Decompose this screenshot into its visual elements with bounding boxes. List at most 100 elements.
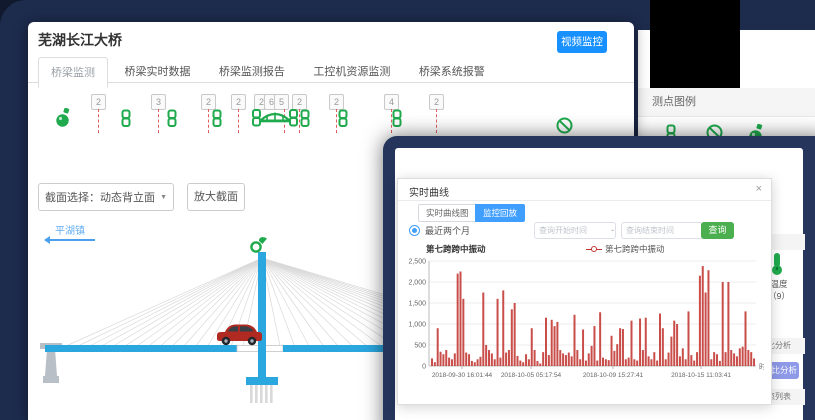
y-tick-label: 0 [422,364,426,371]
vibration-spike [636,361,638,366]
tab-realtime-curve[interactable]: 实时曲线图 [418,204,477,222]
legend-marker-icon [586,249,602,250]
vibration-spike [582,329,584,366]
vibration-spike [457,274,459,366]
vibration-spike [548,355,550,366]
recent-two-months-radio[interactable] [409,225,420,236]
vibration-spike [725,352,727,366]
tab-monitor-playback[interactable]: 监控回放 [475,204,525,222]
vibration-spike [616,344,618,366]
vibration-spike [639,319,641,366]
vibration-spike [631,321,633,366]
vibration-spike [733,353,735,366]
vibration-spike [499,358,501,366]
vibration-spike [702,266,704,366]
query-end-time-input[interactable] [621,222,703,239]
vibration-spike [705,293,707,367]
vibration-spike [679,356,681,366]
close-icon[interactable]: × [756,183,762,195]
x-tick-label: 2018-10-15 11:03:41 [671,372,731,379]
vibration-spike [648,356,650,366]
desktop-background: 测点图例 芜湖长江大桥 桥梁监测 桥梁实时数据 桥梁监测报告 工控机资源监测 桥… [0,0,815,420]
vibration-spike [497,299,499,366]
bridge-tower [258,252,266,384]
vibration-spike [670,337,672,366]
vibration-spike [605,359,607,366]
vibration-spike [468,354,470,366]
vibration-spike [608,360,610,366]
vibration-spike [579,359,581,366]
x-tick-label: 2018-10-09 15:27:41 [583,372,644,379]
vibration-spike [445,350,447,366]
vibration-spike [494,359,496,366]
vibration-spike [479,357,481,366]
vibration-spike [477,359,479,366]
query-start-time-input[interactable] [534,222,616,239]
vibration-spike [517,356,519,366]
chart-title: 第七跨跨中振动 [426,243,486,255]
vibration-spike [707,270,709,366]
vibration-spike [628,358,630,366]
vibration-spike [593,326,595,366]
vibration-spike [665,359,667,366]
vibration-spike [730,350,732,366]
vibration-spike [676,324,678,366]
y-tick-label: 500 [414,343,426,350]
vibration-spike [588,353,590,366]
vibration-spike [673,321,675,366]
vibration-spike [696,352,698,366]
recent-two-months-label: 最近两个月 [425,224,470,237]
vibration-spike [451,359,453,366]
chart-legend[interactable]: 第七跨跨中振动 [586,243,665,255]
vibration-spike [539,363,541,366]
vibration-spike [747,350,749,366]
vibration-chart: 05001,0001,5002,0002,5002018-09-30 16:01… [406,255,764,401]
y-tick-label: 1,000 [408,322,426,329]
vibration-spike [482,293,484,367]
vibration-spike [431,358,433,366]
range-separator: - [611,225,614,235]
vibration-spike [750,352,752,366]
legend-label: 第七跨跨中振动 [605,243,665,255]
vibration-spike [710,359,712,366]
tower-top-sensor-icon[interactable] [251,237,267,251]
vibration-spike [511,309,513,366]
vibration-spike [556,322,558,366]
vibration-spike [642,350,644,366]
vibration-spike [713,352,715,366]
vibration-spike [545,318,547,366]
vibration-spike [571,356,573,366]
vibration-spike [440,352,442,366]
vibration-spike [465,353,467,366]
vibration-spike [525,354,527,366]
vibration-spike [668,353,670,366]
vibration-spike [502,290,504,366]
vibration-spike [625,359,627,366]
x-tick-label: 2018-09-30 16:01:44 [432,372,493,379]
vibration-spike [633,359,635,366]
query-button[interactable]: 查询 [701,222,734,239]
vibration-spike [690,355,692,366]
vibration-spike [528,359,530,366]
vibration-spike [508,350,510,366]
y-tick-label: 2,000 [408,280,426,287]
vibration-spike [568,353,570,366]
vibration-spike [565,355,567,366]
vibration-spike [685,359,687,366]
secondary-window-frame: 温度 （9） 对比分析 对比分析 测点列表 实时曲线 × 实时曲线图 监控回放 … [383,136,815,420]
vibration-spike [454,353,456,366]
vibration-spike [554,326,556,366]
vibration-spike [522,362,524,366]
vibration-spike [534,350,536,366]
vibration-spike [656,361,658,366]
vibration-spike [619,328,621,366]
vibration-spike [693,361,695,366]
vibration-spike [531,328,533,366]
y-tick-label: 1,500 [408,301,426,308]
vibration-spike [727,282,729,366]
vibration-spike [574,315,576,366]
vibration-spike [719,361,721,366]
vibration-spike [542,352,544,366]
vibration-spike [613,351,615,366]
realtime-curve-modal: 实时曲线 × 实时曲线图 监控回放 最近两个月 - 查询 第七跨跨中振动 第七跨… [397,178,772,405]
